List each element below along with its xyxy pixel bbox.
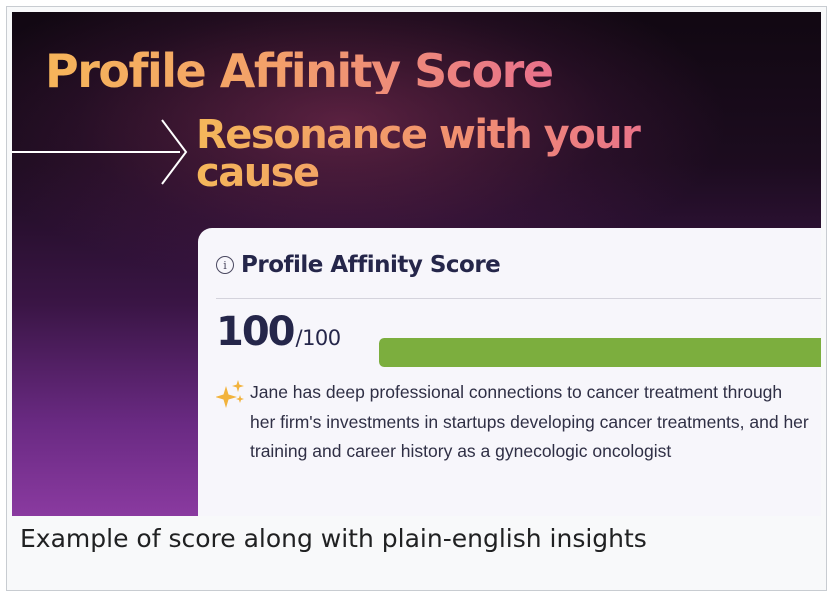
insight: Jane has deep professional connections t… xyxy=(216,378,816,467)
info-icon[interactable]: i xyxy=(216,256,234,274)
card-title: Profile Affinity Score xyxy=(241,252,501,278)
score-readout: 100 /100 xyxy=(216,312,341,352)
hero-subtitle: Resonance with your cause xyxy=(196,115,666,193)
hero-image: Profile Affinity Score Resonance with yo… xyxy=(12,12,821,516)
score-card: i Profile Affinity Score 100 /100 Jane h… xyxy=(198,228,821,516)
score-progress-bar xyxy=(379,338,821,367)
score-progress-fill xyxy=(379,338,821,367)
card-header: i Profile Affinity Score xyxy=(216,248,501,282)
figure-caption: Example of score along with plain-englis… xyxy=(20,524,647,553)
score-value: 100 xyxy=(216,309,295,355)
score-max: /100 xyxy=(295,326,342,350)
insight-text: Jane has deep professional connections t… xyxy=(250,382,809,461)
hero-title: Profile Affinity Score xyxy=(45,44,554,98)
divider xyxy=(216,298,821,299)
sparkle-icon xyxy=(216,380,244,408)
arrow-right-icon xyxy=(12,119,188,185)
